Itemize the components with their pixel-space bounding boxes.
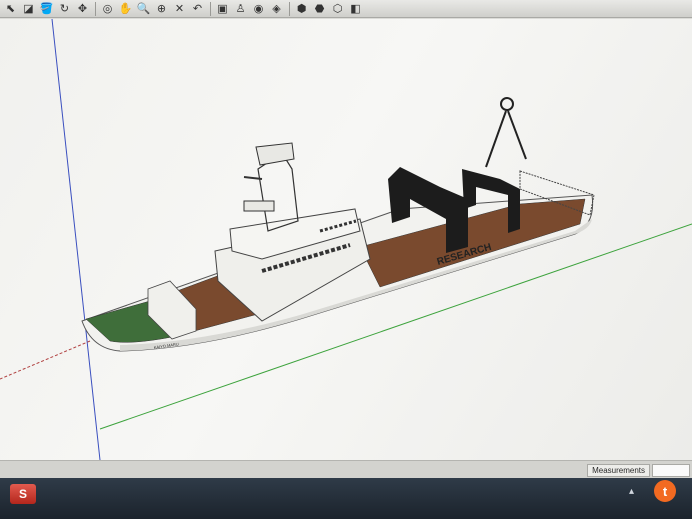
- orbit-icon[interactable]: ◎: [99, 1, 116, 16]
- rotate-icon[interactable]: ↻: [56, 1, 73, 16]
- zoom-icon[interactable]: 🔍: [135, 1, 152, 16]
- blue-axis: [51, 19, 101, 460]
- a-frame-ring: [500, 97, 514, 111]
- select-icon[interactable]: ⬉: [2, 1, 19, 16]
- pan-icon[interactable]: ✋: [117, 1, 134, 16]
- previous-view-icon[interactable]: ↶: [189, 1, 206, 16]
- model-viewport[interactable]: RESEARCH KAIYO MARU: [0, 19, 692, 460]
- mast-crow-nest: [255, 142, 295, 166]
- position-camera-icon[interactable]: ▣: [214, 1, 231, 16]
- toolbar-separator: [289, 1, 290, 16]
- look-around-icon[interactable]: ◉: [250, 1, 267, 16]
- zoom-window-icon[interactable]: ⊕: [153, 1, 170, 16]
- measurements-label: Measurements: [587, 464, 650, 477]
- model-canvas[interactable]: RESEARCH KAIYO MARU: [0, 19, 692, 460]
- paint-bucket-icon[interactable]: 🪣: [38, 1, 55, 16]
- sketchup-taskbar-icon[interactable]: S: [10, 484, 36, 504]
- move-icon[interactable]: ✥: [74, 1, 91, 16]
- tray-arrow-icon[interactable]: ▴: [629, 486, 634, 497]
- eraser-icon[interactable]: ◪: [20, 1, 37, 16]
- extension-warehouse-icon[interactable]: ⬣: [311, 1, 328, 16]
- warehouse-icon[interactable]: ⬢: [293, 1, 310, 16]
- walk-icon[interactable]: ♙: [232, 1, 249, 16]
- main-toolbar: ⬉ ◪ 🪣 ↻ ✥ ◎ ✋ 🔍 ⊕ ✕ ↶ ▣ ♙ ◉ ◈ ⬢ ⬣ ⬡ ◧: [0, 0, 692, 18]
- os-taskbar: [0, 478, 692, 519]
- tray-notification-icon[interactable]: t: [654, 480, 676, 502]
- section-plane-icon[interactable]: ◈: [268, 1, 285, 16]
- red-axis: [0, 340, 91, 380]
- measurements-input[interactable]: [652, 464, 690, 477]
- mast-platform: [243, 200, 275, 212]
- toolbar-separator: [210, 1, 211, 16]
- share-model-icon[interactable]: ⬡: [329, 1, 346, 16]
- zoom-extents-icon[interactable]: ✕: [171, 1, 188, 16]
- a-frame-leg-right: [507, 110, 527, 160]
- a-frame-leg-left: [485, 110, 507, 168]
- layout-icon[interactable]: ◧: [347, 1, 364, 16]
- toolbar-separator: [95, 1, 96, 16]
